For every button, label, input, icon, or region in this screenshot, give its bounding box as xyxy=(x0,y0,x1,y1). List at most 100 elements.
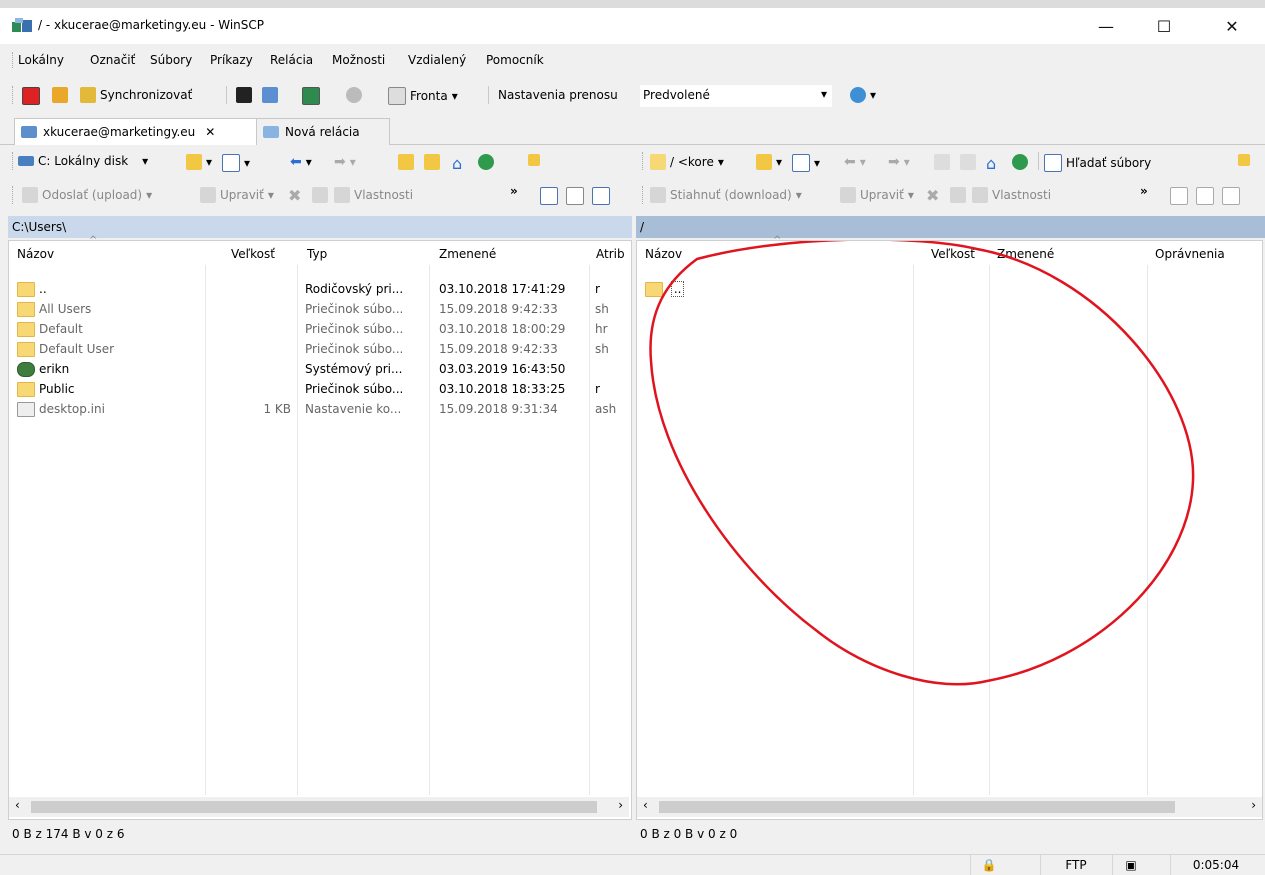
local-edit-button[interactable]: Upraviť ▾ xyxy=(200,187,274,203)
remote-rename-button[interactable] xyxy=(950,187,966,203)
folder-icon xyxy=(17,342,35,357)
menu-options[interactable]: Možnosti xyxy=(332,53,385,67)
menu-files[interactable]: Súbory xyxy=(150,53,192,67)
tab-session-label: xkucerae@marketingy.eu xyxy=(43,125,196,139)
local-col-type[interactable]: Typ xyxy=(307,241,327,267)
local-refresh-button[interactable] xyxy=(478,154,494,170)
table-row[interactable]: Public Priečinok súbo... 03.10.2018 18:33:… xyxy=(9,379,629,399)
find-files-button[interactable]: Hľadať súbory xyxy=(1044,154,1151,172)
scroll-thumb[interactable] xyxy=(31,801,597,813)
sync-browse-button[interactable] xyxy=(52,87,68,103)
scroll-right-icon[interactable]: › xyxy=(618,798,623,812)
close-button[interactable]: ✕ xyxy=(1209,8,1255,44)
local-file-list[interactable]: Názov ^ Veľkosť Typ Zmenené Atrib .. Rodi… xyxy=(8,235,632,820)
tab-session[interactable]: xkucerae@marketingy.eu ✕ xyxy=(14,118,258,145)
minimize-button[interactable]: — xyxy=(1083,8,1129,44)
local-properties-button[interactable]: Vlastnosti xyxy=(334,187,413,203)
remote-path-select[interactable]: / <kore ▾ xyxy=(650,154,724,170)
local-delete-button[interactable]: ✖ xyxy=(288,186,301,205)
remote-back-button[interactable]: ⬅ ▾ xyxy=(844,154,866,170)
table-row[interactable]: All Users Priečinok súbo... 15.09.2018 9:4… xyxy=(9,299,629,319)
toolbar-grip xyxy=(12,186,16,204)
scroll-left-icon[interactable]: ‹ xyxy=(15,798,20,812)
remote-unselect-button[interactable] xyxy=(1196,187,1214,205)
file-name: Public xyxy=(39,382,75,396)
folder-icon xyxy=(17,322,35,337)
transfer-settings-select[interactable]: Predvolené ▾ xyxy=(640,85,832,107)
remote-parent-dir-button[interactable] xyxy=(934,154,950,170)
title-bar: / - xkucerae@marketingy.eu - WinSCP — ☐ … xyxy=(0,8,1265,44)
local-col-attr[interactable]: Atrib xyxy=(596,241,625,267)
local-col-changed[interactable]: Zmenené xyxy=(439,241,496,267)
local-drive-select[interactable]: C: Lokálny disk ▾ xyxy=(18,154,148,168)
local-filter-button[interactable]: ▾ xyxy=(222,154,250,172)
close-icon[interactable]: ✕ xyxy=(205,125,215,139)
chevron-down-icon: ▾ xyxy=(820,87,827,101)
local-forward-button[interactable]: ➡ ▾ xyxy=(334,154,356,170)
remote-file-list[interactable]: Názov ^ Veľkosť Zmenené Oprávnenia .. ‹ … xyxy=(636,235,1263,820)
cell-size: 1 KB xyxy=(263,402,291,416)
menu-remote[interactable]: Vzdialený xyxy=(408,53,466,67)
remote-properties-button[interactable]: Vlastnosti xyxy=(972,187,1051,203)
local-find-button[interactable] xyxy=(528,154,540,166)
compare-dirs-button[interactable] xyxy=(22,87,40,105)
download-button[interactable]: Stiahnuť (download) ▾ xyxy=(650,187,802,203)
chevron-down-icon: ▾ xyxy=(814,156,821,170)
home-icon: ⌂ xyxy=(452,154,463,173)
local-unselect-button[interactable] xyxy=(566,187,584,205)
maximize-button[interactable]: ☐ xyxy=(1141,8,1187,44)
remote-more-button[interactable]: » xyxy=(1140,184,1148,198)
local-root-dir-button[interactable] xyxy=(424,154,440,170)
table-row[interactable]: .. Rodičovský pri... 03.10.2018 17:41:29 r xyxy=(9,279,629,299)
queue-button[interactable]: Fronta ▾ xyxy=(388,87,458,105)
menu-local[interactable]: Lokálny xyxy=(18,53,64,67)
preferences-button[interactable] xyxy=(346,87,362,103)
table-row[interactable]: erikn Systémový pri... 03.03.2019 16:43:50 xyxy=(9,359,629,379)
synchronize-button[interactable]: Synchronizovať xyxy=(80,87,192,103)
refresh-button[interactable] xyxy=(302,87,320,105)
minus-icon xyxy=(1196,187,1214,205)
local-home-button[interactable]: ⌂ xyxy=(452,154,462,173)
local-select-all-button[interactable] xyxy=(540,187,558,205)
putty-button[interactable] xyxy=(262,87,278,103)
menu-help[interactable]: Pomocník xyxy=(486,53,544,67)
local-col-name[interactable]: Názov xyxy=(17,241,54,267)
console-button[interactable] xyxy=(236,87,252,103)
local-filter-select-button[interactable] xyxy=(592,187,610,205)
remote-select-all-button[interactable] xyxy=(1170,187,1188,205)
console-icon xyxy=(236,87,252,103)
lock-icon: 🔒 xyxy=(970,855,1007,875)
remote-open-dir-button[interactable]: ▾ xyxy=(756,154,782,170)
plus-icon xyxy=(1170,187,1188,205)
menu-mark[interactable]: Označiť xyxy=(90,53,135,67)
local-parent-dir-button[interactable] xyxy=(398,154,414,170)
menu-session[interactable]: Relácia xyxy=(270,53,313,67)
cell-type: Rodičovský pri... xyxy=(305,282,404,296)
menu-commands[interactable]: Príkazy xyxy=(210,53,253,67)
remote-home-button[interactable]: ⌂ xyxy=(986,154,996,173)
remote-tree-button[interactable] xyxy=(1238,154,1250,166)
remote-filter-button[interactable]: ▾ xyxy=(792,154,820,172)
rename-icon xyxy=(312,187,328,203)
table-row[interactable]: Default Priečinok súbo... 03.10.2018 18:00… xyxy=(9,319,629,339)
local-horizontal-scrollbar[interactable]: ‹ › xyxy=(9,797,629,817)
upload-button[interactable]: Odoslať (upload) ▾ xyxy=(22,187,152,203)
local-back-button[interactable]: ⬅ ▾ xyxy=(290,154,312,170)
tab-new-session[interactable]: Nová relácia xyxy=(256,118,390,145)
cell-attr: r xyxy=(595,282,600,296)
table-row[interactable]: Default User Priečinok súbo... 15.09.2018 … xyxy=(9,339,629,359)
table-row[interactable]: desktop.ini 1 KB Nastavenie ko... 15.09.201… xyxy=(9,399,629,419)
remote-forward-button[interactable]: ➡ ▾ xyxy=(888,154,910,170)
parent-folder-icon xyxy=(17,282,35,297)
local-open-dir-button[interactable]: ▾ xyxy=(186,154,212,170)
remote-root-dir-button[interactable] xyxy=(960,154,976,170)
cell-name: All Users xyxy=(17,299,203,319)
remote-filter-select-button[interactable] xyxy=(1222,187,1240,205)
local-more-button[interactable]: » xyxy=(510,184,518,198)
remote-edit-button[interactable]: Upraviť ▾ xyxy=(840,187,914,203)
site-manager-button[interactable]: ▾ xyxy=(850,87,876,103)
local-rename-button[interactable] xyxy=(312,187,328,203)
remote-refresh-button[interactable] xyxy=(1012,154,1028,170)
local-col-size[interactable]: Veľkosť xyxy=(231,241,275,267)
remote-delete-button[interactable]: ✖ xyxy=(926,186,939,205)
